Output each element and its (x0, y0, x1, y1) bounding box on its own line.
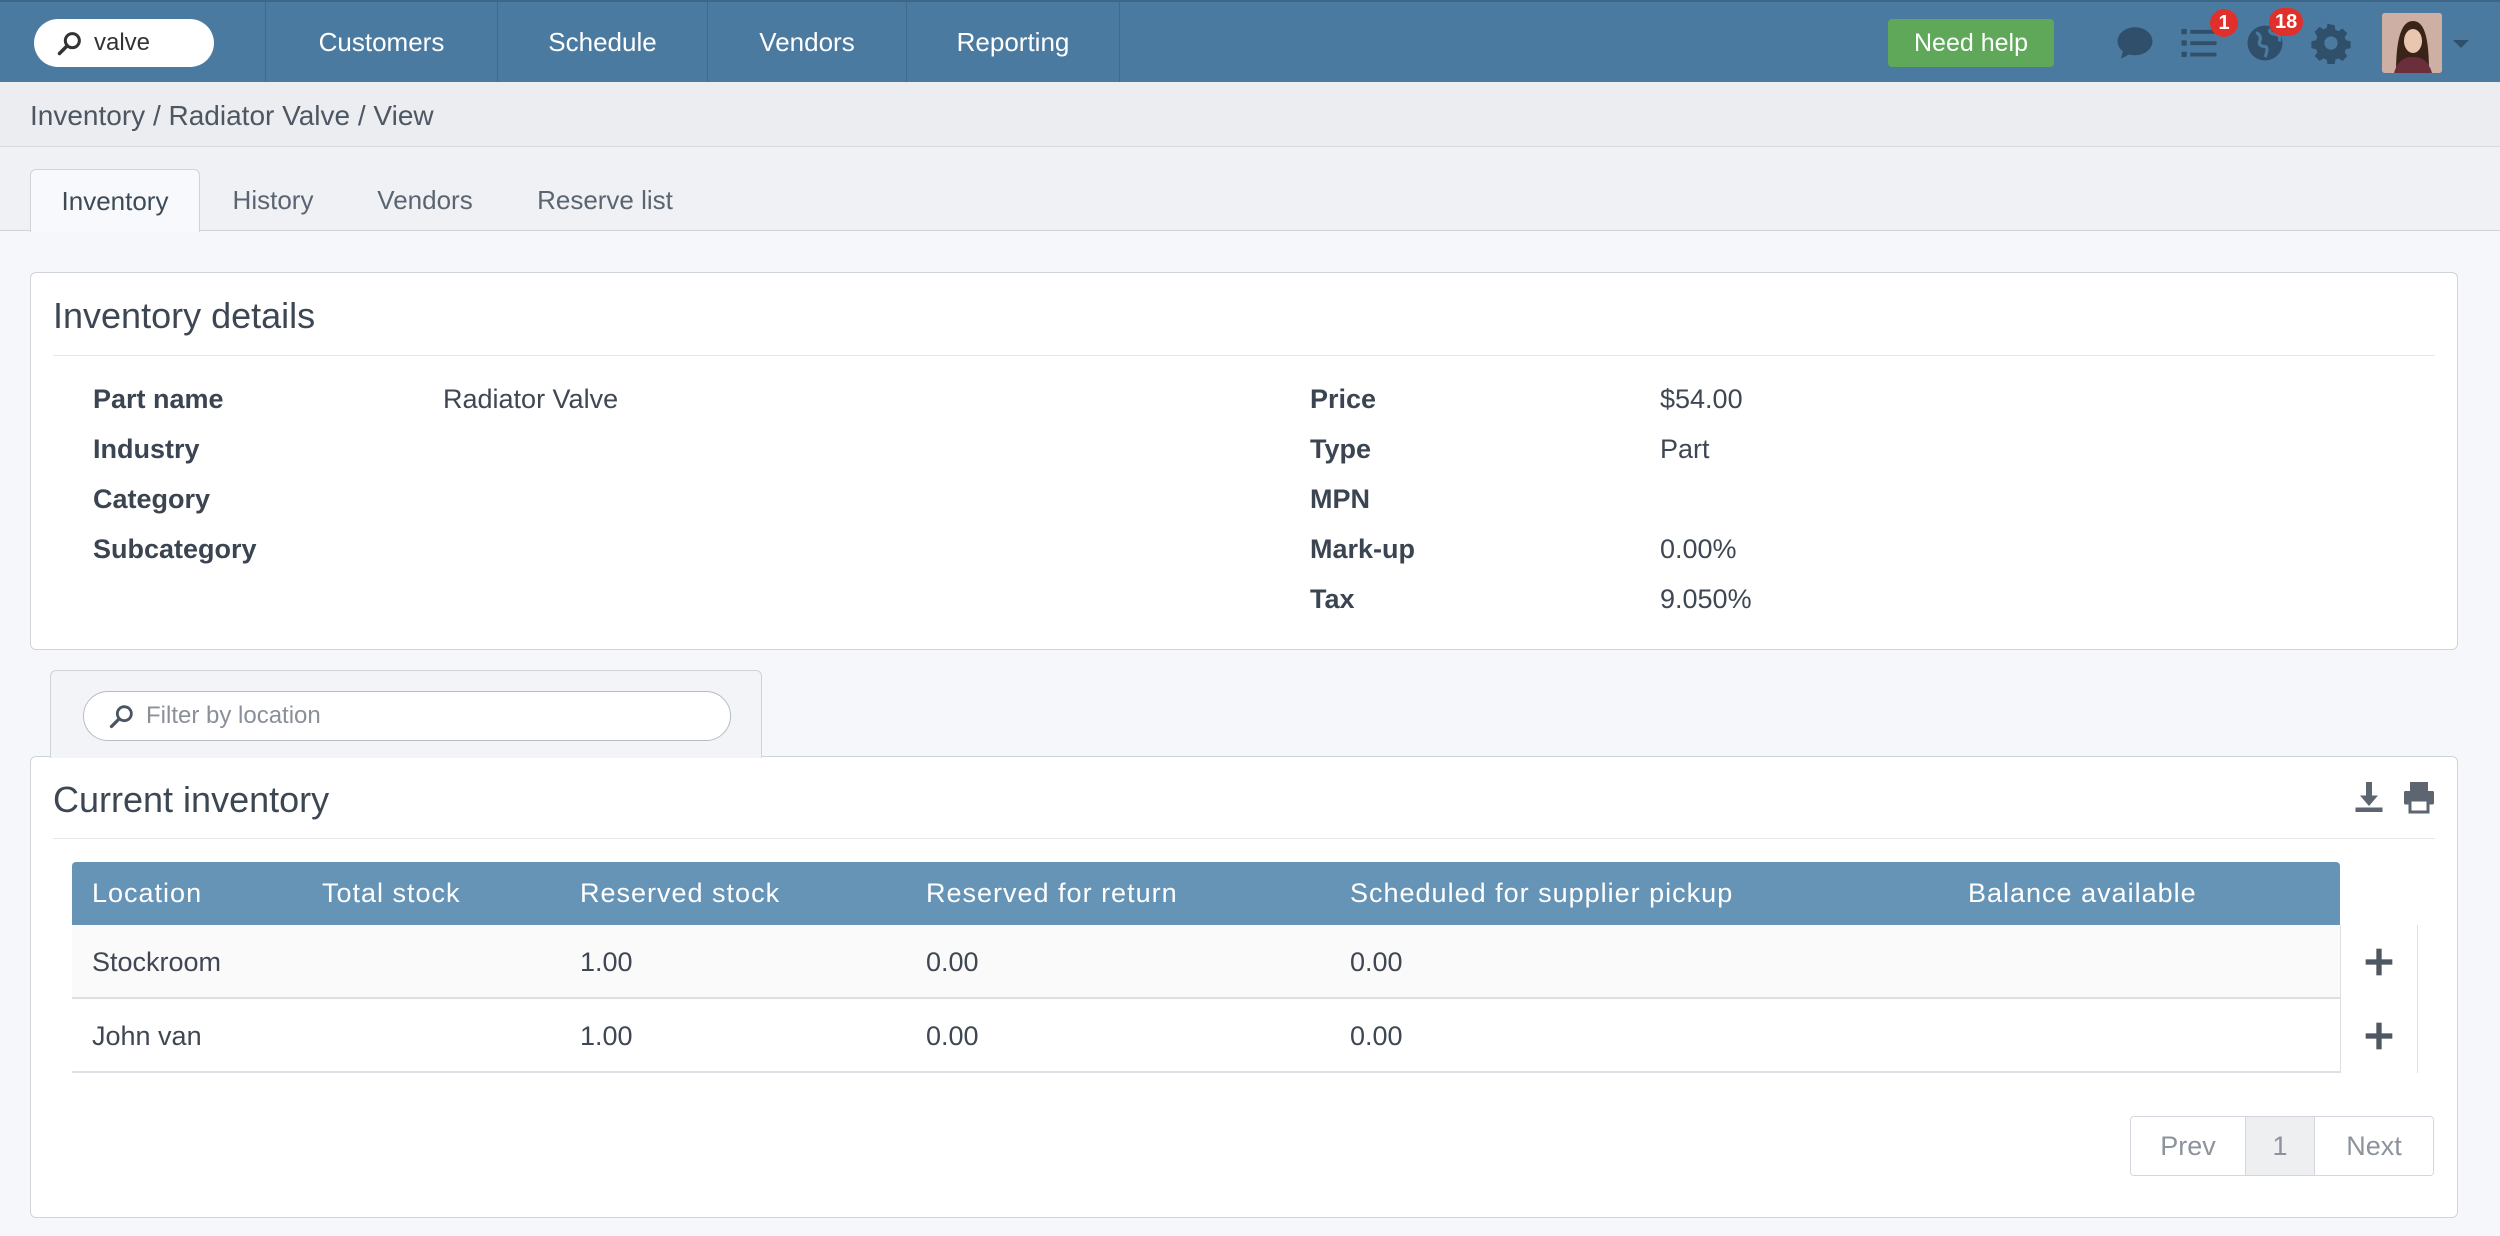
subcategory-label: Subcategory (93, 534, 257, 564)
cell-supplier-pickup: 0.00 (1350, 1020, 1403, 1051)
cell-reserved-stock: 1.00 (580, 1020, 633, 1051)
user-avatar[interactable] (2382, 13, 2442, 73)
divider (53, 838, 2435, 839)
pagination: Prev 1 Next (2130, 1116, 2434, 1176)
panel-title: Current inventory (53, 779, 330, 820)
need-help-button[interactable]: Need help (1888, 19, 2054, 67)
plus-icon (2365, 948, 2393, 976)
table-header: Location Total stock Reserved stock Rese… (72, 862, 2340, 925)
nav-reporting[interactable]: Reporting (906, 2, 1120, 82)
tab-reserve-list[interactable]: Reserve list (515, 169, 695, 231)
cell-reserved-stock: 1.00 (580, 946, 633, 977)
part-name-label: Part name (93, 384, 224, 414)
cell-supplier-pickup: 0.00 (1350, 946, 1403, 977)
gear-icon[interactable] (2310, 22, 2352, 65)
markup-value: 0.00% (1660, 534, 1737, 564)
page-number-button[interactable]: 1 (2245, 1117, 2315, 1175)
col-reserved-return[interactable]: Reserved for return (926, 862, 1178, 925)
add-row-button[interactable] (2340, 925, 2418, 999)
col-supplier-pickup[interactable]: Scheduled for supplier pickup (1350, 862, 1733, 925)
cell-reserved-return: 0.00 (926, 946, 979, 977)
top-navbar: Customers Schedule Vendors Reporting Nee… (0, 0, 2500, 82)
type-value: Part (1660, 434, 1710, 464)
panel-title: Inventory details (53, 295, 316, 336)
search-icon (57, 32, 81, 56)
nav-customers[interactable]: Customers (265, 2, 497, 82)
tab-vendors[interactable]: Vendors (350, 169, 500, 231)
location-filter[interactable] (83, 691, 731, 741)
global-search-input[interactable] (94, 29, 204, 57)
chevron-down-icon[interactable] (2450, 36, 2472, 52)
globe-badge: 18 (2269, 8, 2304, 36)
col-location[interactable]: Location (92, 862, 202, 925)
global-search[interactable] (34, 19, 214, 67)
location-filter-input[interactable] (146, 702, 706, 730)
tab-bar: Inventory History Vendors Reserve list (0, 147, 2500, 232)
cell-reserved-return: 0.00 (926, 1020, 979, 1051)
breadcrumb: Inventory / Radiator Valve / View (30, 100, 434, 131)
nav-schedule[interactable]: Schedule (497, 2, 707, 82)
tasks-badge: 1 (2210, 9, 2238, 37)
price-value: $54.00 (1660, 384, 1743, 414)
filter-tab (50, 670, 762, 758)
category-label: Category (93, 484, 211, 514)
inventory-details-panel: Inventory details Part name Radiator Val… (30, 272, 2458, 650)
chat-icon[interactable] (2114, 22, 2156, 64)
cell-location: Stockroom (92, 946, 222, 977)
search-icon (109, 705, 133, 729)
col-balance-available[interactable]: Balance available (1968, 862, 2197, 925)
main-nav: Customers Schedule Vendors Reporting (265, 2, 1120, 82)
next-page-button[interactable]: Next (2315, 1117, 2433, 1175)
tab-history[interactable]: History (210, 169, 336, 231)
markup-label: Mark-up (1310, 534, 1416, 564)
col-reserved-stock[interactable]: Reserved stock (580, 862, 780, 925)
divider (53, 355, 2435, 356)
table-row: Stockroom 1.00 0.00 0.00 (72, 925, 2418, 999)
add-row-button[interactable] (2340, 999, 2418, 1073)
price-label: Price (1310, 384, 1377, 414)
breadcrumb-bar: Inventory / Radiator Valve / View (0, 82, 2500, 147)
col-total-stock[interactable]: Total stock (322, 862, 461, 925)
cell-location: John van (92, 1020, 202, 1051)
mpn-label: MPN (1310, 484, 1370, 514)
table-row: John van 1.00 0.00 0.00 (72, 999, 2418, 1073)
tax-label: Tax (1310, 584, 1355, 614)
type-label: Type (1310, 434, 1372, 464)
part-name-value: Radiator Valve (443, 384, 619, 414)
plus-icon (2365, 1022, 2393, 1050)
tax-value: 9.050% (1660, 584, 1752, 614)
tab-inventory[interactable]: Inventory (30, 169, 200, 232)
download-icon[interactable] (2351, 779, 2387, 815)
prev-page-button[interactable]: Prev (2131, 1117, 2245, 1175)
nav-vendors[interactable]: Vendors (707, 2, 906, 82)
print-icon[interactable] (2401, 779, 2437, 815)
industry-label: Industry (93, 434, 200, 464)
